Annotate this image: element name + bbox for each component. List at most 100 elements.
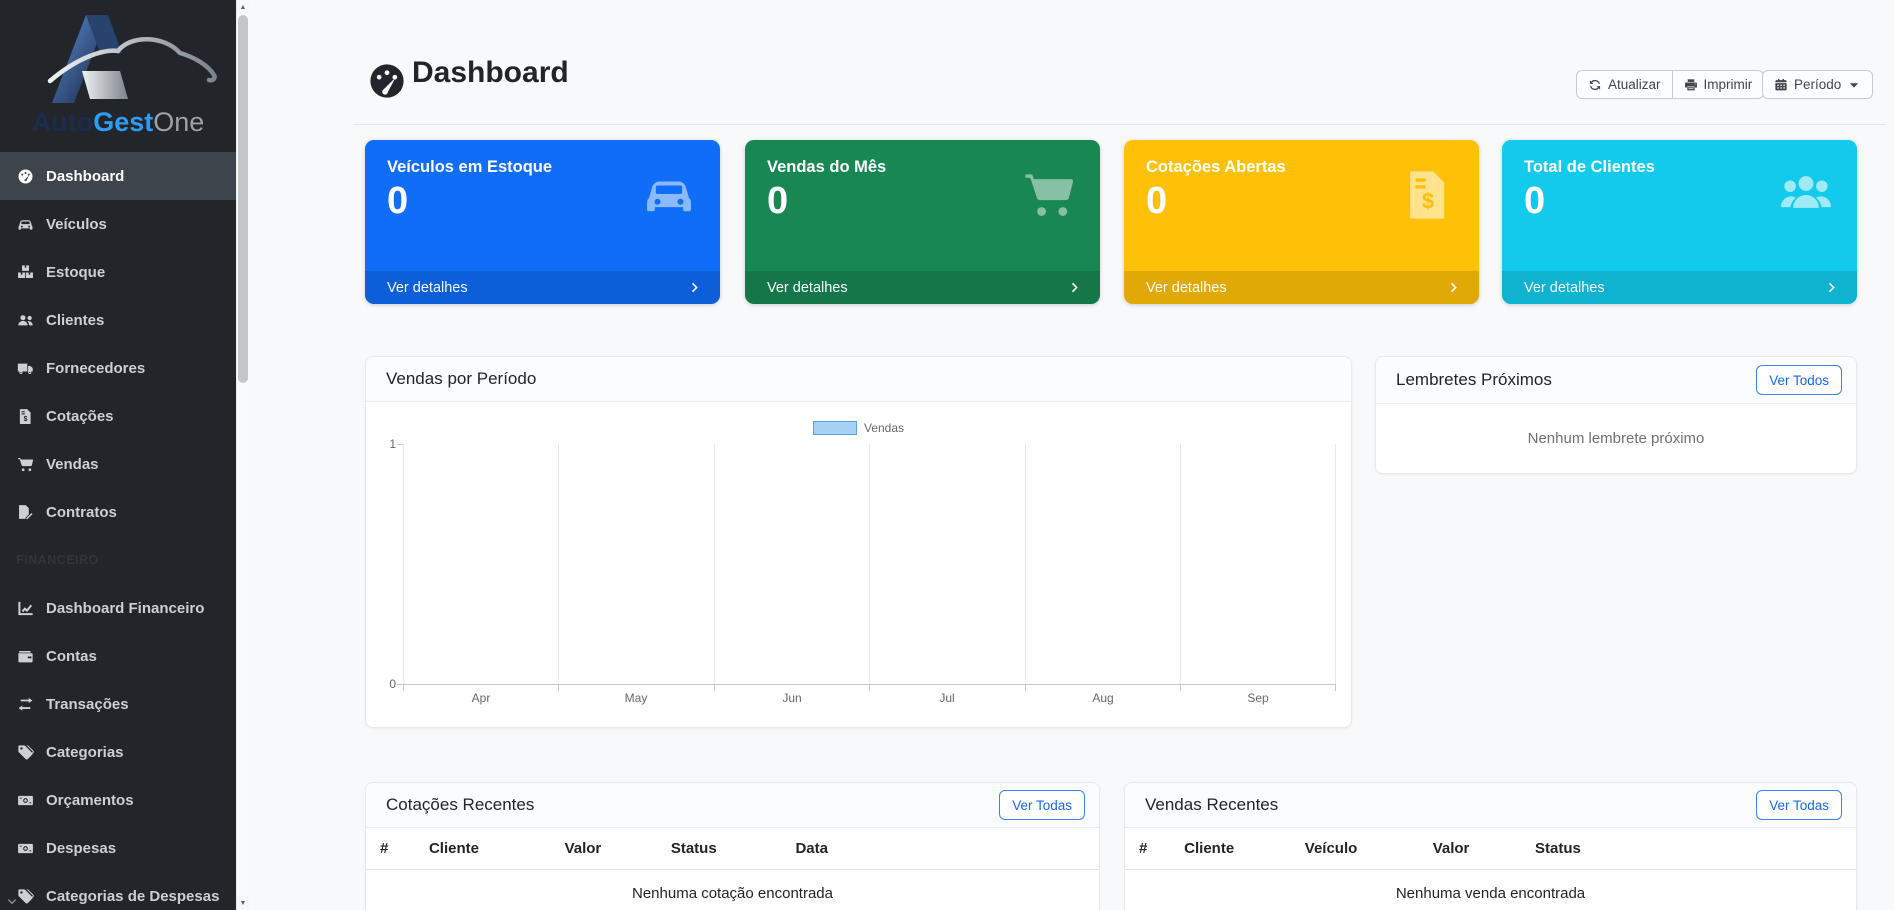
svg-text:$: $ xyxy=(1422,189,1434,214)
sidebar-item-label: Vendas xyxy=(46,456,99,473)
x-tick-label: Apr xyxy=(403,691,559,705)
column-header: # xyxy=(366,828,421,870)
sidebar-item-contas[interactable]: Contas xyxy=(0,632,236,680)
sidebar-item-veiculos[interactable]: Veículos xyxy=(0,200,236,248)
scroll-up-icon[interactable]: ▲ xyxy=(237,0,249,14)
stat-card-details-link[interactable]: Ver detalhes xyxy=(745,271,1100,304)
column-header: Valor xyxy=(557,828,663,870)
legend-label: Vendas xyxy=(864,421,904,435)
svg-text:$: $ xyxy=(24,415,28,422)
recent-sales-table: # Cliente Veículo Valor Status Nenhuma v… xyxy=(1125,828,1856,910)
view-all-sales-button[interactable]: Ver Todas xyxy=(1756,790,1842,820)
empty-state-text: Nenhuma venda encontrada xyxy=(1125,870,1856,910)
sidebar-item-fornecedores[interactable]: Fornecedores xyxy=(0,344,236,392)
tags-icon xyxy=(16,743,35,762)
refresh-icon xyxy=(1588,78,1602,92)
empty-row: Nenhuma cotação encontrada xyxy=(366,870,1099,910)
sidebar-item-vendas[interactable]: Vendas xyxy=(0,440,236,488)
column-header: Valor xyxy=(1425,828,1527,870)
table-header-row: # Cliente Veículo Valor Status xyxy=(1125,828,1856,870)
cart-icon xyxy=(16,455,35,474)
stat-card-value: 0 xyxy=(387,180,408,223)
column-header: Cliente xyxy=(1176,828,1297,870)
file-invoice-dollar-icon: $ xyxy=(1401,168,1455,222)
stat-card-title: Vendas do Mês xyxy=(767,158,886,177)
sidebar-item-categorias-de-despesas[interactable]: Categorias de Despesas xyxy=(0,872,236,910)
header-actions: Atualizar Imprimir xyxy=(1576,70,1764,99)
app-window: AutoGestOne Dashboard Veículos xyxy=(0,0,1894,910)
chart-legend[interactable]: Vendas xyxy=(366,421,1351,435)
stat-card-value: 0 xyxy=(767,180,788,223)
exchange-icon xyxy=(16,695,35,714)
printer-icon xyxy=(1684,78,1698,92)
recent-quotes-table: # Cliente Valor Status Data Nenhuma cota… xyxy=(366,828,1099,910)
refresh-button[interactable]: Atualizar xyxy=(1576,70,1673,99)
stat-card-details-link[interactable]: Ver detalhes xyxy=(1124,271,1479,304)
print-button[interactable]: Imprimir xyxy=(1672,70,1765,99)
sidebar-nav: Dashboard Veículos Estoque Clientes xyxy=(0,152,236,910)
chart-line-icon xyxy=(16,599,35,618)
tachometer-icon xyxy=(16,167,35,186)
sidebar-item-contratos[interactable]: Contratos xyxy=(0,488,236,536)
vertical-scrollbar[interactable]: ▲ ▼ xyxy=(236,0,248,910)
view-all-reminders-button[interactable]: Ver Todos xyxy=(1756,365,1842,395)
users-icon xyxy=(16,311,35,330)
x-tick-label: Jul xyxy=(869,691,1025,705)
stat-card-title: Cotações Abertas xyxy=(1146,158,1286,177)
sidebar-item-dashboard[interactable]: Dashboard xyxy=(0,152,236,200)
sidebar-item-label: Contratos xyxy=(46,504,117,521)
boxes-icon xyxy=(16,263,35,282)
period-dropdown-button[interactable]: Período xyxy=(1762,70,1873,99)
stat-card-details-link[interactable]: Ver detalhes xyxy=(1502,271,1857,304)
x-tick-label: Sep xyxy=(1180,691,1336,705)
sidebar-item-label: Transações xyxy=(46,696,129,713)
cart-icon xyxy=(1022,168,1076,222)
chevron-right-icon xyxy=(1448,281,1461,294)
sidebar-item-dashboard-financeiro[interactable]: Dashboard Financeiro xyxy=(0,584,236,632)
reminders-header: Lembretes Próximos Ver Todos xyxy=(1376,357,1856,404)
car-icon xyxy=(16,215,35,234)
page-title: Dashboard xyxy=(412,56,569,90)
column-header: Status xyxy=(663,828,788,870)
sidebar-item-label: Fornecedores xyxy=(46,360,145,377)
sales-chart-title: Vendas por Período xyxy=(386,369,536,389)
view-all-quotes-button[interactable]: Ver Todas xyxy=(999,790,1085,820)
file-invoice-dollar-icon: $ xyxy=(16,407,35,426)
column-header: # xyxy=(1125,828,1176,870)
column-header: Veículo xyxy=(1297,828,1425,870)
sidebar-item-despesas[interactable]: Despesas xyxy=(0,824,236,872)
users-icon xyxy=(1779,168,1833,222)
recent-sales-header: Vendas Recentes Ver Todas xyxy=(1125,783,1856,828)
reminders-empty-text: Nenhum lembrete próximo xyxy=(1376,403,1856,473)
stat-card-vehicles: Veículos em Estoque 0 Ver detalhes xyxy=(365,140,720,304)
sidebar-item-transacoes[interactable]: Transações xyxy=(0,680,236,728)
sidebar-item-cotacoes[interactable]: $ Cotações xyxy=(0,392,236,440)
sidebar-item-orcamentos[interactable]: Orçamentos xyxy=(0,776,236,824)
money-bill-icon xyxy=(16,791,35,810)
scroll-down-icon[interactable]: ▼ xyxy=(237,896,249,910)
table-header-row: # Cliente Valor Status Data xyxy=(366,828,1099,870)
stat-card-title: Veículos em Estoque xyxy=(387,158,552,177)
stat-card-details-link[interactable]: Ver detalhes xyxy=(365,271,720,304)
autogest-logo-icon: AutoGestOne xyxy=(12,7,224,143)
scrollbar-thumb[interactable] xyxy=(238,15,248,383)
recent-quotes-card: Cotações Recentes Ver Todas # Cliente Va… xyxy=(365,782,1100,910)
sidebar-item-label: Dashboard xyxy=(46,168,124,185)
brand-logo[interactable]: AutoGestOne xyxy=(0,0,236,150)
sidebar-item-label: Contas xyxy=(46,648,97,665)
header-divider xyxy=(353,124,1886,125)
wallet-icon xyxy=(16,647,35,666)
sidebar-item-clientes[interactable]: Clientes xyxy=(0,296,236,344)
chevron-right-icon xyxy=(689,281,702,294)
stat-card-quotes: Cotações Abertas 0 $ Ver detalhes xyxy=(1124,140,1479,304)
sidebar-item-label: Veículos xyxy=(46,216,107,233)
sidebar-item-categorias[interactable]: Categorias xyxy=(0,728,236,776)
recent-sales-title: Vendas Recentes xyxy=(1145,795,1278,815)
sales-chart-card: Vendas por Período Vendas 1 0 xyxy=(365,356,1352,728)
sidebar-item-label: Clientes xyxy=(46,312,104,329)
sidebar-item-estoque[interactable]: Estoque xyxy=(0,248,236,296)
legend-swatch xyxy=(813,421,857,435)
column-header: Cliente xyxy=(421,828,557,870)
column-header: Status xyxy=(1527,828,1856,870)
sidebar-item-label: Categorias xyxy=(46,744,124,761)
